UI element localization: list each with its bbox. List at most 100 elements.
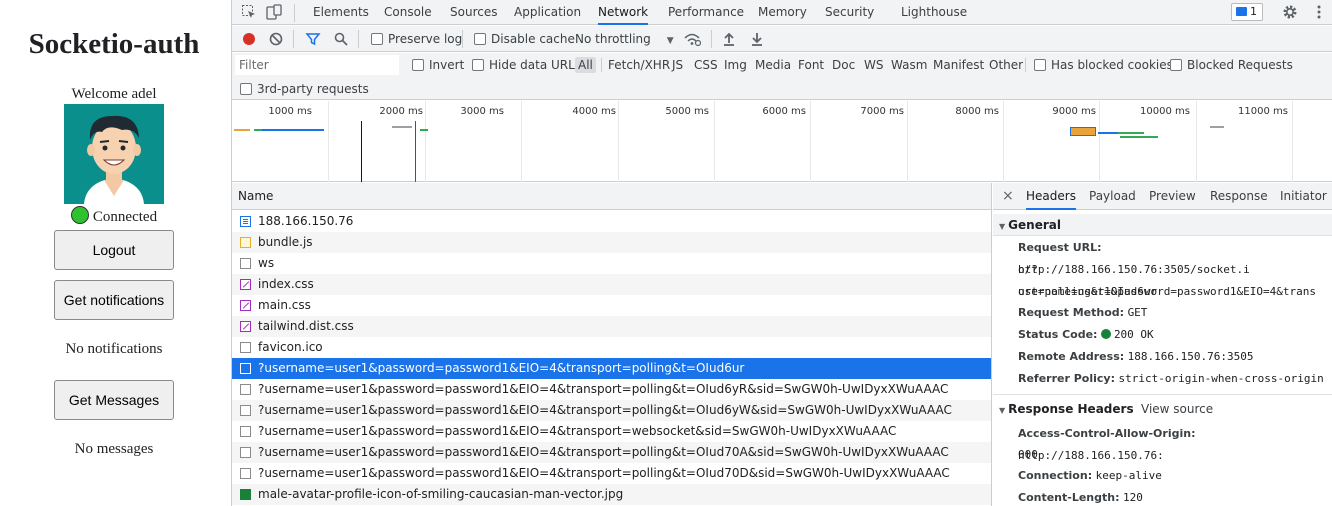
tab-elements[interactable]: Elements [313,0,369,25]
timeline-bar [1210,126,1224,128]
divider [294,4,295,22]
invert-checkbox[interactable]: Invert [412,57,464,73]
timeline-overview[interactable]: 1000 ms 2000 ms 3000 ms 4000 ms 5000 ms … [232,101,1332,182]
request-row[interactable]: index.css [232,274,991,295]
clear-icon[interactable] [268,31,284,51]
filter-type-css[interactable]: CSS [691,57,721,73]
issues-badge[interactable]: 1 [1231,3,1263,21]
file-icon [240,363,251,374]
request-row[interactable]: ?username=user1&password=password1&EIO=4… [232,421,991,442]
request-row[interactable]: favicon.ico [232,337,991,358]
referrer-policy-key: Referrer Policy: [1018,372,1115,385]
welcome-text: Welcome adel [71,86,157,102]
tab-response[interactable]: Response [1210,183,1268,210]
tab-initiator[interactable]: Initiator [1280,183,1327,210]
inspect-element-icon[interactable] [241,4,257,20]
disable-cache-checkbox[interactable]: Disable cache [474,31,575,47]
tab-security[interactable]: Security [825,0,874,25]
file-icon [240,384,251,395]
filter-type-doc[interactable]: Doc [829,57,858,73]
filter-type-media[interactable]: Media [752,57,794,73]
tab-performance[interactable]: Performance [668,0,744,25]
request-row[interactable]: ?username=user1&password=password1&EIO=4… [232,442,991,463]
file-icon [240,405,251,416]
filter-funnel-icon[interactable] [305,31,321,51]
import-har-icon[interactable] [721,31,737,51]
tab-memory[interactable]: Memory [758,0,807,25]
tab-payload[interactable]: Payload [1089,183,1136,210]
settings-gear-icon[interactable] [1282,4,1298,20]
request-name: main.css [258,298,311,312]
timeline-tick-label: 8000 ms [955,106,999,117]
device-toolbar-icon[interactable] [266,4,282,20]
network-conditions-icon[interactable] [683,31,702,51]
more-options-icon[interactable] [1311,4,1327,20]
image-icon [240,489,251,500]
request-name: ?username=user1&password=password1&EIO=4… [258,361,745,375]
request-row[interactable]: 188.166.150.76 [232,211,991,232]
name-column-header[interactable]: Name [232,183,991,210]
filter-type-other[interactable]: Other [986,57,1026,73]
connection-status: Connected [0,206,228,226]
request-row[interactable]: ?username=user1&password=password1&EIO=4… [232,358,991,379]
response-headers-title: Response Headers [1008,402,1134,416]
close-icon[interactable]: × [1002,183,1014,210]
get-notifications-button[interactable]: Get notifications [54,280,174,320]
filter-type-js[interactable]: JS [669,57,686,73]
blocked-requests-checkbox[interactable]: Blocked Requests [1170,57,1293,73]
timeline-bar [1120,136,1158,138]
connection-value: keep-alive [1095,469,1162,482]
timeline-gridline [907,101,908,182]
filter-type-font[interactable]: Font [795,57,827,73]
tab-application[interactable]: Application [514,0,581,25]
request-row[interactable]: ?username=user1&password=password1&EIO=4… [232,400,991,421]
connection-label: Connected [92,209,158,225]
throttling-select[interactable]: No throttling ▼ [575,31,674,49]
request-row[interactable]: ?username=user1&password=password1&EIO=4… [232,463,991,484]
filter-type-ws[interactable]: WS [861,57,886,73]
avatar [64,104,164,204]
export-har-icon[interactable] [749,31,765,51]
third-party-checkbox[interactable]: 3rd-party requests [240,81,369,97]
timeline-bar [1118,132,1144,134]
logout-button[interactable]: Logout [54,230,174,270]
general-section-header[interactable]: ▼ General [993,214,1332,236]
stylesheet-icon [240,300,251,311]
request-name: ?username=user1&password=password1&EIO=4… [258,424,897,438]
filter-type-wasm[interactable]: Wasm [888,57,930,73]
response-headers-section-header[interactable]: ▼ Response Headers View source [993,398,1332,420]
record-icon[interactable] [241,31,257,51]
timeline-gridline [1292,101,1293,182]
request-row[interactable]: ws [232,253,991,274]
preserve-log-checkbox[interactable]: Preserve log [371,31,462,47]
view-source-link[interactable]: View source [1141,398,1213,420]
filter-input[interactable] [235,55,399,75]
tab-sources[interactable]: Sources [450,0,497,25]
tab-preview[interactable]: Preview [1149,183,1196,210]
message-icon [1236,7,1247,16]
get-messages-button[interactable]: Get Messages [54,380,174,420]
blocked-requests-label: Blocked Requests [1187,58,1293,72]
filter-type-all[interactable]: All [575,57,596,73]
request-row[interactable]: ?username=user1&password=password1&EIO=4… [232,379,991,400]
filter-type-fetch-xhr[interactable]: Fetch/XHR [605,57,673,73]
request-row[interactable]: main.css [232,295,991,316]
search-icon[interactable] [333,31,349,51]
tab-network[interactable]: Network [598,0,649,25]
request-url-value: ort=polling&t=OIud6ur [1018,285,1158,298]
devtools-tab-bar: Elements Console Sources Application Net… [232,0,1332,25]
tab-console[interactable]: Console [384,0,432,25]
hide-data-urls-checkbox[interactable]: Hide data URLs [472,57,581,73]
status-code-key: Status Code: [1018,328,1098,341]
request-row[interactable]: male-avatar-profile-icon-of-smiling-cauc… [232,484,991,505]
filter-type-img[interactable]: Img [721,57,750,73]
request-row[interactable]: bundle.js [232,232,991,253]
request-row[interactable]: tailwind.dist.css [232,316,991,337]
timeline-bar [254,129,262,131]
details-tab-bar: × Headers Payload Preview Response Initi… [993,183,1332,210]
has-blocked-cookies-checkbox[interactable]: Has blocked cookies [1034,57,1173,73]
tab-lighthouse[interactable]: Lighthouse [901,0,967,25]
tab-headers[interactable]: Headers [1026,183,1076,210]
issues-count: 1 [1250,5,1257,18]
filter-type-manifest[interactable]: Manifest [930,57,987,73]
